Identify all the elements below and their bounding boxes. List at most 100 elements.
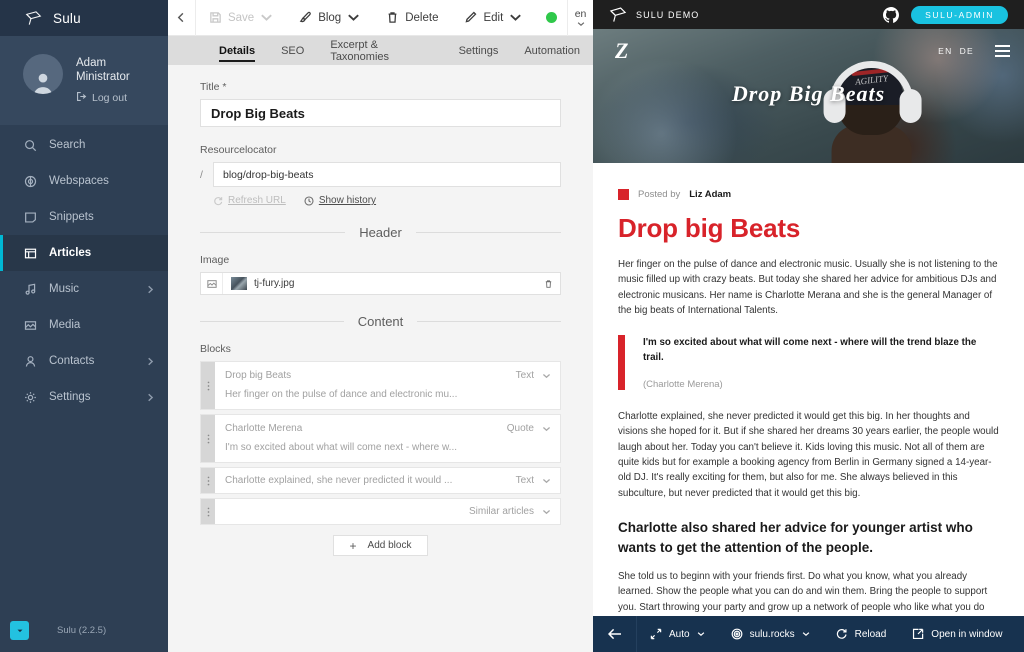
blog-button[interactable]: Blog (286, 0, 373, 36)
edit-button[interactable]: Edit (451, 0, 535, 36)
block-type-selector[interactable]: Quote (507, 423, 551, 434)
brush-icon (299, 11, 312, 23)
avatar[interactable] (23, 54, 63, 94)
sidebar-item-snippets[interactable]: Snippets (0, 199, 168, 235)
articles-icon (23, 246, 37, 260)
chevron-down-icon (697, 632, 704, 637)
refresh-url-label: Refresh URL (228, 195, 286, 206)
image-field[interactable]: tj-fury.jpg (200, 272, 561, 295)
search-icon (23, 138, 37, 152)
block-type-label: Similar articles (468, 506, 534, 517)
block-body: Charlotte Merena Quote I'm so excited ab… (215, 415, 560, 462)
block-subtitle: Her finger on the pulse of dance and ele… (225, 389, 458, 400)
block-header-row: Charlotte Merena Quote (225, 423, 551, 434)
block-type-label: Text (515, 475, 534, 486)
tab-automation[interactable]: Automation (511, 36, 593, 65)
preview-brand[interactable]: SULU DEMO (609, 6, 699, 23)
block-type-selector[interactable]: Similar articles (469, 506, 551, 517)
sidebar-item-contacts[interactable]: Contacts (0, 343, 168, 379)
block-drag-handle[interactable] (201, 362, 215, 409)
preview-open-window-button[interactable]: Open in window (899, 616, 1015, 652)
tab-label: Details (219, 44, 256, 57)
save-button[interactable]: Save (196, 0, 286, 36)
block-drag-handle[interactable] (201, 499, 215, 524)
tab-label: SEO (281, 44, 305, 57)
logout-button[interactable]: Log out (76, 91, 130, 105)
language-value: en (574, 8, 587, 20)
preview-back-button[interactable] (593, 616, 637, 652)
refresh-url-button[interactable]: Refresh URL (213, 195, 286, 206)
add-image-icon[interactable] (201, 273, 223, 294)
sidebar-item-music[interactable]: Music (0, 271, 168, 307)
trash-icon (388, 12, 397, 23)
hero-title: Drop Big Beats (731, 81, 886, 106)
block-item[interactable]: Charlotte explained, she never predicted… (200, 467, 561, 494)
chevron-down-icon (261, 14, 272, 21)
tab-details[interactable]: Details (206, 36, 268, 65)
chevron-right-icon (148, 393, 154, 401)
site-lang-de[interactable]: DE (960, 46, 974, 56)
tab-label: Settings (458, 44, 499, 57)
title-input[interactable]: Drop Big Beats (200, 99, 561, 127)
block-drag-handle[interactable] (201, 468, 215, 493)
block-item[interactable]: Charlotte Merena Quote I'm so excited ab… (200, 414, 561, 463)
blog-label: Blog (318, 11, 342, 24)
sidebar-item-settings[interactable]: Settings (0, 379, 168, 415)
sidebar-item-media[interactable]: Media (0, 307, 168, 343)
delete-button[interactable]: Delete (373, 0, 451, 36)
pin-sidebar-button[interactable] (10, 620, 29, 640)
language-selector[interactable]: en (567, 0, 593, 36)
sidebar-item-label: Music (49, 283, 80, 295)
block-type-label: Text (515, 370, 534, 381)
remove-image-button[interactable] (536, 273, 560, 294)
sidebar-footer: Sulu (2.2.5) (0, 608, 168, 652)
contacts-icon (23, 354, 37, 368)
tab-label: Automation (524, 44, 580, 57)
external-link-icon (913, 628, 924, 640)
block-drag-handle[interactable] (201, 415, 215, 462)
sulu-admin-button[interactable]: SULU-ADMIN (911, 5, 1008, 24)
pencil-icon (465, 11, 477, 23)
preview-reload-button[interactable]: Reload (823, 616, 900, 652)
chevron-down-icon (542, 509, 551, 514)
add-block-button[interactable]: + Add block (332, 535, 429, 556)
drag-dots-icon (207, 381, 209, 390)
sidebar-item-articles[interactable]: Articles (0, 235, 168, 271)
hamburger-menu-icon[interactable] (995, 42, 1010, 61)
sidebar: Sulu Adam Ministrator Log out Search Web… (0, 0, 168, 652)
add-block-label: Add block (367, 540, 412, 551)
block-item[interactable]: Similar articles (200, 498, 561, 525)
tab-settings[interactable]: Settings (446, 36, 512, 65)
tab-seo[interactable]: SEO (268, 36, 317, 65)
reload-icon (836, 629, 847, 639)
preview-size-selector[interactable]: Auto (637, 616, 718, 652)
sidebar-item-label: Contacts (49, 355, 95, 367)
block-title: Charlotte Merena (225, 423, 303, 434)
site-logo[interactable]: Z (615, 38, 628, 64)
block-type-selector[interactable]: Text (516, 370, 551, 381)
block-type-selector[interactable]: Text (516, 475, 551, 486)
resourcelocator-label: Resourcelocator (200, 144, 277, 156)
sidebar-logo[interactable]: Sulu (0, 0, 168, 36)
gear-icon (23, 390, 37, 404)
preview-reload-label: Reload (854, 628, 887, 640)
github-icon[interactable] (883, 6, 900, 23)
block-item[interactable]: Drop big Beats Text Her finger on the pu… (200, 361, 561, 410)
refresh-icon (214, 196, 223, 205)
tab-excerpt-taxonomies[interactable]: Excerpt & Taxonomies (317, 36, 445, 65)
sidebar-item-label: Webspaces (49, 175, 109, 187)
publish-status (535, 12, 567, 23)
editor-toolbar: Save Blog Delete Edit en (168, 0, 593, 36)
sidebar-item-search[interactable]: Search (0, 127, 168, 163)
resourcelocator-input[interactable]: blog/drop-big-beats (213, 162, 561, 187)
site-lang-en[interactable]: EN (938, 46, 952, 56)
back-button[interactable] (168, 0, 196, 36)
block-type-label: Quote (506, 423, 534, 434)
show-history-button[interactable]: Show history (304, 195, 376, 206)
sidebar-nav: Search Webspaces Snippets Articles Music (0, 125, 168, 608)
sidebar-item-webspaces[interactable]: Webspaces (0, 163, 168, 199)
sidebar-item-label: Search (49, 139, 86, 151)
preview-site-topbar: SULU DEMO SULU-ADMIN (593, 0, 1024, 29)
preview-webspace-selector[interactable]: sulu.rocks (718, 616, 823, 652)
delete-label: Delete (405, 11, 439, 24)
